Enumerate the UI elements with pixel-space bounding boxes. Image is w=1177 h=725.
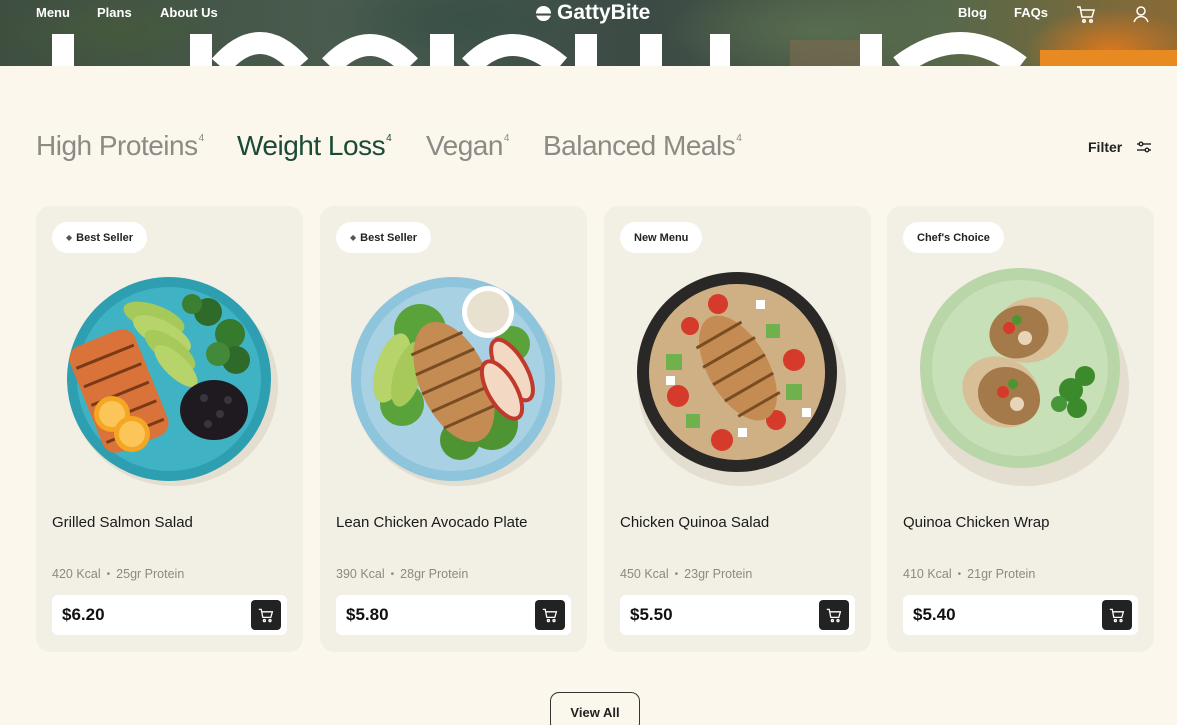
product-kcal: 450 Kcal	[620, 567, 669, 581]
user-icon[interactable]	[1131, 4, 1151, 24]
add-to-cart-button[interactable]	[251, 600, 281, 630]
cart-icon	[258, 608, 274, 623]
add-to-cart-button[interactable]	[535, 600, 565, 630]
nav-link-blog[interactable]: Blog	[958, 5, 987, 20]
sliders-icon	[1137, 141, 1152, 153]
product-kcal: 390 Kcal	[336, 567, 385, 581]
food-image	[351, 277, 562, 486]
product-price: $5.80	[346, 605, 389, 624]
filter-button[interactable]: Filter	[1088, 139, 1152, 155]
tab-count: 4	[736, 132, 742, 144]
tab-label: High Proteins	[36, 130, 198, 161]
product-card[interactable]: Chef's Choice Quinoa Chicken Wrap 410 Kc…	[887, 206, 1154, 652]
tab-vegan[interactable]: Vegan4	[426, 130, 509, 162]
add-to-cart-button[interactable]	[819, 600, 849, 630]
tab-count: 4	[503, 132, 510, 144]
tab-label: Vegan	[426, 130, 503, 161]
badge-label: Chef's Choice	[917, 231, 990, 244]
product-badge: ◆ Best Seller	[336, 222, 432, 253]
add-to-cart-button[interactable]	[1102, 600, 1132, 630]
badge-label: Best Seller	[360, 231, 418, 244]
filter-label: Filter	[1088, 139, 1123, 155]
product-price: $5.40	[913, 605, 956, 624]
product-card[interactable]: ◆ Best Seller Grilled Salmon Salad 420 K…	[36, 206, 303, 652]
tab-count: 4	[198, 132, 205, 144]
cart-icon	[542, 608, 558, 623]
product-card[interactable]: New Menu Chicken Quinoa Salad 450 Kcal •…	[604, 206, 871, 652]
product-kcal: 410 Kcal	[903, 567, 952, 581]
product-nutrition: 410 Kcal • 21gr Protein	[903, 567, 1035, 581]
brand-logo[interactable]: GattyBite	[535, 1, 650, 25]
product-kcal: 420 Kcal	[52, 567, 101, 581]
cart-icon	[1109, 608, 1125, 623]
diamond-icon: ◆	[350, 233, 357, 242]
tab-label: Balanced Meals	[543, 130, 736, 161]
top-navigation: Menu Plans About Us GattyBite Blog FAQs	[0, 0, 1177, 26]
logo-text: GattyBite	[557, 1, 651, 24]
cart-icon	[826, 608, 842, 623]
badge-label: New Menu	[634, 231, 689, 244]
product-badge: ◆ Best Seller	[52, 222, 148, 253]
product-nutrition: 450 Kcal • 23gr Protein	[620, 567, 752, 581]
product-protein: 28gr Protein	[400, 567, 469, 581]
diamond-icon: ◆	[66, 233, 73, 242]
tab-weight-loss[interactable]: Weight Loss4	[237, 130, 392, 162]
view-all-button[interactable]: View All	[550, 692, 640, 725]
food-image	[920, 268, 1129, 486]
tab-balanced-meals[interactable]: Balanced Meals4	[543, 130, 742, 162]
product-card[interactable]: ◆ Best Seller Lean Chicken Avocado Plate	[320, 206, 587, 652]
product-nutrition: 420 Kcal • 25gr Protein	[52, 567, 184, 581]
hero-banner: Menu Plans About Us GattyBite Blog FAQs	[0, 0, 1177, 66]
separator-dot: •	[106, 568, 111, 580]
product-price: $6.20	[62, 605, 105, 624]
separator-dot: •	[674, 568, 679, 580]
food-image	[67, 277, 278, 486]
product-protein: 23gr Protein	[684, 567, 753, 581]
price-bar: $5.80	[336, 595, 571, 635]
nav-link-about-us[interactable]: About Us	[160, 5, 218, 20]
product-badge: New Menu	[620, 222, 703, 253]
badge-label: Best Seller	[76, 231, 134, 244]
product-name: Grilled Salmon Salad	[52, 514, 193, 531]
price-bar: $6.20	[52, 595, 287, 635]
nav-link-faqs[interactable]: FAQs	[1014, 5, 1048, 20]
price-bar: $5.40	[903, 595, 1138, 635]
product-badge: Chef's Choice	[903, 222, 1004, 253]
product-protein: 21gr Protein	[967, 567, 1036, 581]
tab-high-proteins[interactable]: High Proteins4	[36, 130, 204, 162]
product-name: Chicken Quinoa Salad	[620, 514, 770, 531]
separator-dot: •	[390, 568, 395, 580]
product-protein: 25gr Protein	[116, 567, 185, 581]
nav-link-menu[interactable]: Menu	[36, 5, 70, 20]
food-image	[637, 272, 846, 486]
separator-dot: •	[957, 568, 962, 580]
tab-count: 4	[386, 132, 392, 144]
price-bar: $5.50	[620, 595, 855, 635]
tab-label: Weight Loss	[237, 130, 386, 161]
product-name: Quinoa Chicken Wrap	[903, 514, 1050, 531]
logo-icon	[535, 5, 552, 21]
product-nutrition: 390 Kcal • 28gr Protein	[336, 567, 468, 581]
cart-icon[interactable]	[1076, 4, 1096, 24]
nav-link-plans[interactable]: Plans	[97, 5, 132, 20]
product-price: $5.50	[630, 605, 673, 624]
product-name: Lean Chicken Avocado Plate	[336, 514, 528, 531]
